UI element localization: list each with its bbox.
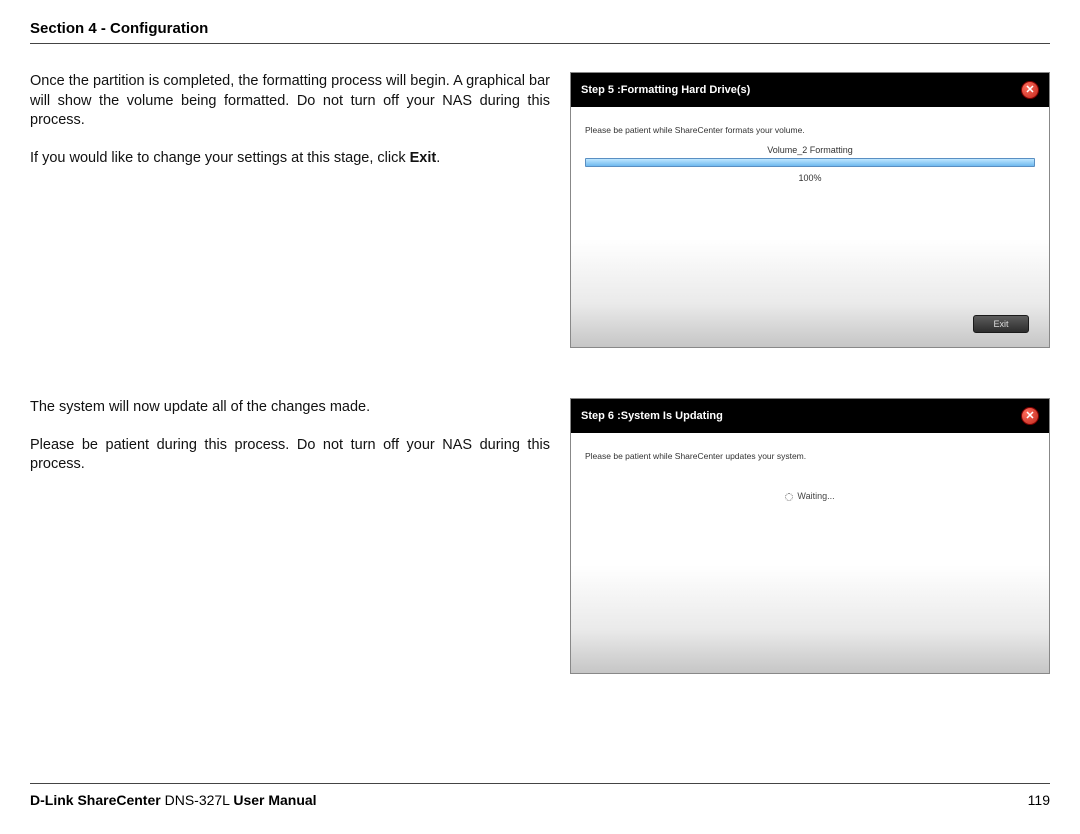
exit-button[interactable]: Exit [973, 315, 1029, 333]
waiting-text: Waiting... [797, 491, 834, 501]
text-column-1: Once the partition is completed, the for… [30, 72, 550, 348]
text-bold: Exit [410, 150, 437, 166]
paragraph: Once the partition is completed, the for… [30, 72, 550, 131]
instruction-text: Please be patient while ShareCenter form… [585, 125, 1035, 135]
paragraph: Please be patient during this process. D… [30, 436, 550, 475]
page-number: 119 [1028, 792, 1050, 808]
footer-doc: User Manual [233, 792, 316, 808]
close-icon[interactable]: ✕ [1021, 81, 1039, 99]
instruction-text: Please be patient while ShareCenter upda… [585, 451, 1035, 461]
progress-bar [585, 158, 1035, 167]
content-row-2: The system will now update all of the ch… [30, 398, 1050, 674]
dialog-body: Please be patient while ShareCenter form… [571, 107, 1049, 347]
footer-title: D-Link ShareCenter DNS-327L User Manual [30, 792, 317, 808]
screenshot-formatting: Step 5 :Formatting Hard Drive(s) ✕ Pleas… [570, 72, 1050, 348]
screenshot-updating: Step 6 :System Is Updating ✕ Please be p… [570, 398, 1050, 674]
dialog-title: Step 6 :System Is Updating [581, 410, 723, 422]
dialog-header: Step 5 :Formatting Hard Drive(s) ✕ [571, 73, 1049, 107]
content-row-1: Once the partition is completed, the for… [30, 72, 1050, 348]
paragraph: If you would like to change your setting… [30, 149, 550, 169]
section-header: Section 4 - Configuration [30, 20, 1050, 44]
waiting-status: Waiting... [585, 491, 1035, 501]
volume-label: Volume_2 Formatting [585, 145, 1035, 155]
footer-brand: D-Link ShareCenter [30, 792, 161, 808]
text-column-2: The system will now update all of the ch… [30, 398, 550, 674]
dialog-title: Step 5 :Formatting Hard Drive(s) [581, 84, 750, 96]
close-icon[interactable]: ✕ [1021, 407, 1039, 425]
spinner-icon [785, 493, 793, 501]
page-footer: D-Link ShareCenter DNS-327L User Manual … [30, 783, 1050, 808]
footer-model: DNS-327L [161, 792, 234, 808]
dialog-header: Step 6 :System Is Updating ✕ [571, 399, 1049, 433]
text: . [436, 150, 440, 166]
progress-percent: 100% [585, 173, 1035, 183]
paragraph: The system will now update all of the ch… [30, 398, 550, 418]
text: If you would like to change your setting… [30, 150, 410, 166]
dialog-body: Please be patient while ShareCenter upda… [571, 433, 1049, 673]
